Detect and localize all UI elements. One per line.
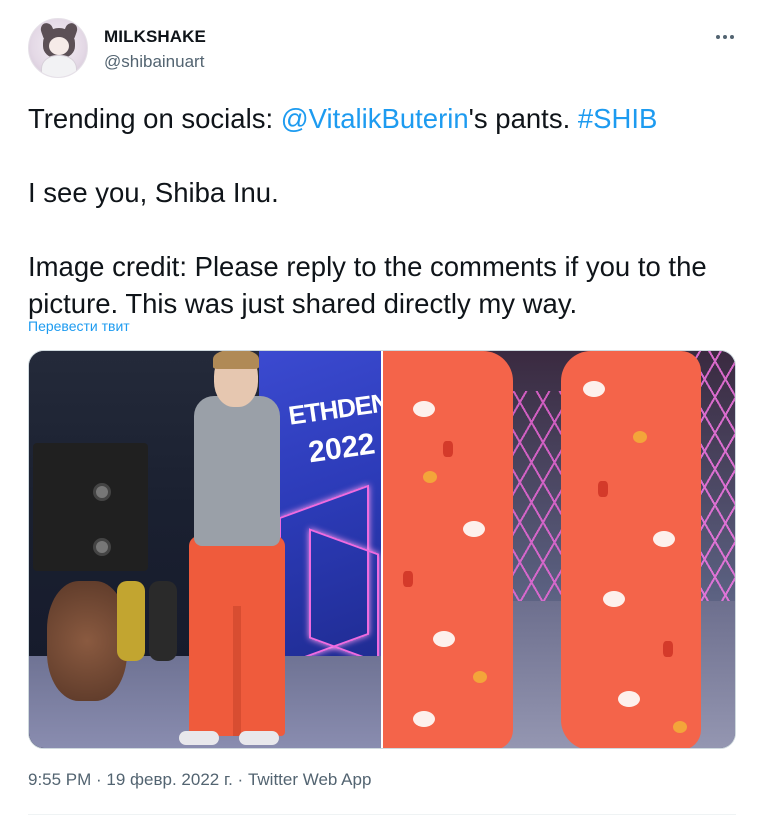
shoe — [239, 731, 279, 745]
dot — [716, 35, 720, 39]
speaker-knob — [93, 538, 111, 556]
mention-link[interactable]: @VitalikButerin — [281, 103, 469, 134]
person-hair — [213, 351, 259, 369]
translate-tweet-link[interactable]: Перевести твит — [28, 318, 130, 334]
pants-print — [413, 401, 435, 417]
source-app[interactable]: Twitter Web App — [248, 770, 371, 789]
pants-print — [618, 691, 640, 707]
dot — [730, 35, 734, 39]
hashtag-link[interactable]: #SHIB — [578, 103, 657, 134]
photo-stage[interactable]: ETHDENVER 2022 — [29, 351, 381, 748]
tweet-line-1-middle: 's pants. — [468, 103, 578, 134]
pants-print — [443, 441, 453, 457]
tweet-date[interactable]: 19 февр. 2022 г. — [106, 770, 232, 789]
pant-leg-left — [383, 351, 513, 748]
avatar-body — [41, 55, 77, 77]
dot — [723, 35, 727, 39]
pants-print — [433, 631, 455, 647]
author-handle[interactable]: @shibainuart — [104, 52, 204, 72]
avatar-face — [49, 37, 69, 55]
pants-print — [583, 381, 605, 397]
more-dots-icon[interactable] — [712, 30, 738, 44]
pants-print — [653, 531, 675, 547]
tweet-line-2: I see you, Shiba Inu. — [28, 177, 279, 208]
person-pants — [189, 536, 285, 736]
bystander — [117, 581, 145, 661]
author-name[interactable]: MILKSHAKE — [104, 27, 206, 47]
speaker-box — [33, 443, 148, 571]
meta-separator: · — [232, 770, 248, 789]
pants-print — [598, 481, 608, 497]
pants-print — [403, 571, 413, 587]
screen-text: ETHDENVER 2022 — [286, 380, 381, 476]
bystander — [149, 581, 177, 661]
pant-leg-right — [561, 351, 701, 748]
pants-print — [463, 521, 485, 537]
tweet-line-1-prefix: Trending on socials: — [28, 103, 281, 134]
tweet: MILKSHAKE @shibainuart Trending on socia… — [0, 0, 767, 820]
pants-print — [603, 591, 625, 607]
pants-print — [413, 711, 435, 727]
person-shirt — [194, 396, 280, 546]
media-grid: ETHDENVER 2022 — [28, 350, 736, 749]
tweet-time[interactable]: 9:55 PM — [28, 770, 91, 789]
tweet-line-1: Trending on socials: @VitalikButerin's p… — [28, 100, 738, 137]
pants-print — [423, 471, 437, 483]
shoe — [179, 731, 219, 745]
tweet-line-3: Image credit: Please reply to the commen… — [28, 251, 707, 319]
meta-separator: · — [91, 770, 107, 789]
costume-fur — [47, 581, 127, 701]
divider — [28, 814, 736, 815]
speaker-knob — [93, 483, 111, 501]
pants-print — [673, 721, 687, 733]
tweet-meta: 9:55 PM · 19 февр. 2022 г. · Twitter Web… — [28, 770, 371, 790]
pants-print — [633, 431, 647, 443]
photo-pants-closeup[interactable] — [383, 351, 735, 748]
pants-print — [663, 641, 673, 657]
tweet-text: Trending on socials: @VitalikButerin's p… — [28, 100, 738, 322]
pants-print — [473, 671, 487, 683]
avatar[interactable] — [28, 18, 88, 78]
